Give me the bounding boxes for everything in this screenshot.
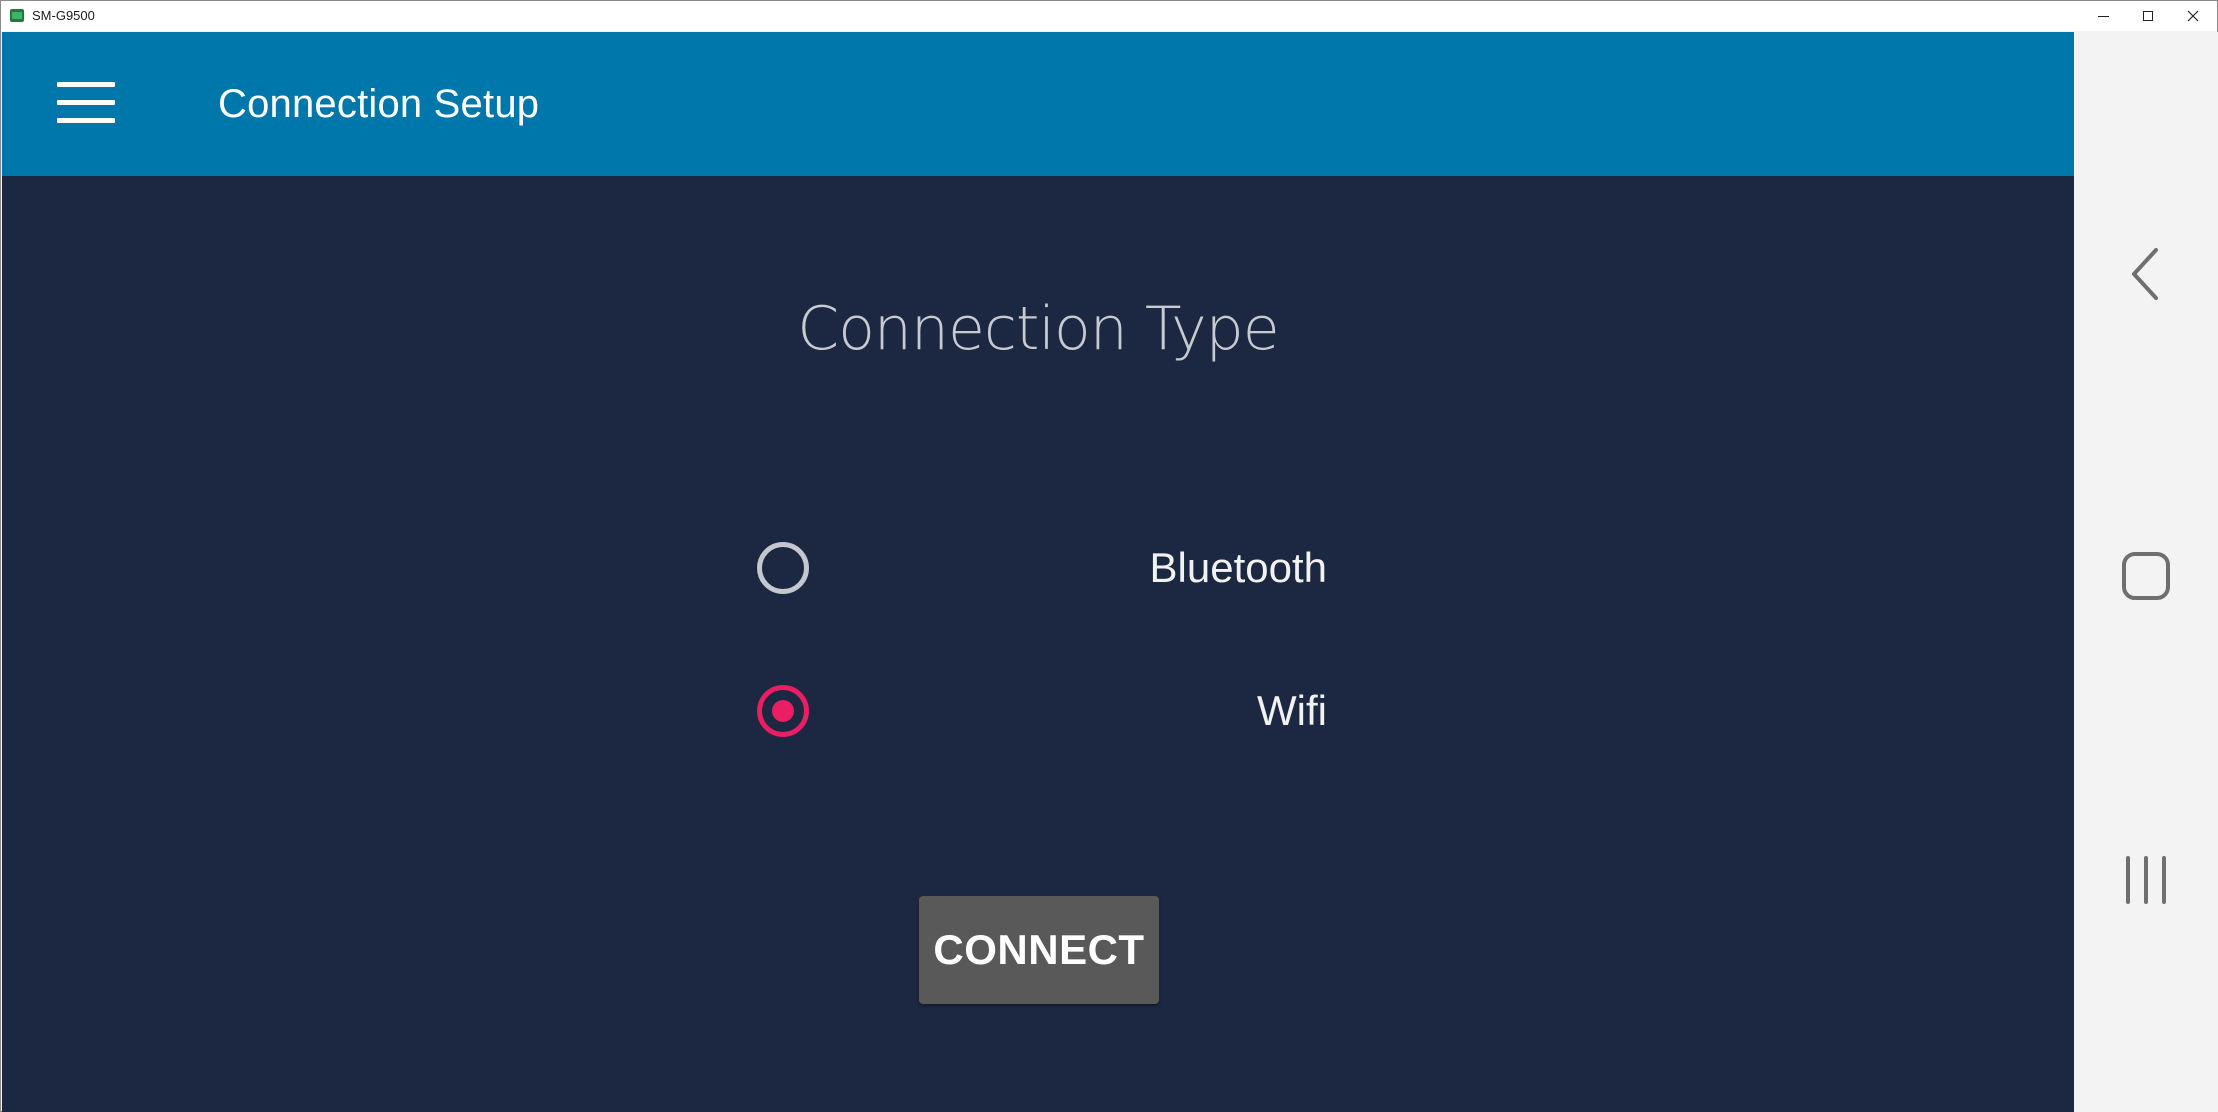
radio-label-bluetooth: Bluetooth bbox=[1149, 544, 1327, 591]
minimize-button[interactable] bbox=[2081, 1, 2125, 31]
home-button[interactable] bbox=[2111, 541, 2181, 611]
radio-checked-icon[interactable] bbox=[757, 685, 809, 737]
radio-dot bbox=[772, 700, 794, 722]
close-icon bbox=[2187, 10, 2199, 22]
maximize-icon bbox=[2143, 11, 2153, 21]
radio-option-wifi[interactable]: Wifi bbox=[752, 680, 1327, 750]
radio-option-bluetooth[interactable]: Bluetooth bbox=[752, 537, 1327, 607]
maximize-button[interactable] bbox=[2126, 1, 2170, 31]
recent-apps-icon bbox=[2126, 856, 2166, 904]
app-icon bbox=[10, 9, 24, 22]
home-icon bbox=[2122, 552, 2170, 600]
radio-label-wifi: Wifi bbox=[1257, 687, 1327, 734]
recent-apps-button[interactable] bbox=[2111, 845, 2181, 915]
connection-type-heading: Connection Type bbox=[797, 294, 1279, 364]
hamburger-menu-icon[interactable] bbox=[57, 82, 115, 126]
title-bar: SM-G9500 bbox=[1, 1, 2217, 31]
connect-button[interactable]: CONNECT bbox=[919, 896, 1159, 1004]
back-icon bbox=[2132, 248, 2158, 300]
minimize-icon bbox=[2097, 15, 2109, 17]
page-title: Connection Setup bbox=[218, 82, 540, 126]
navigation-bar bbox=[2074, 32, 2218, 1112]
window-title: SM-G9500 bbox=[32, 8, 95, 23]
app-screen: Connection Setup Connection Type Bluetoo… bbox=[2, 32, 2074, 1112]
back-button[interactable] bbox=[2111, 239, 2181, 309]
app-bar: Connection Setup bbox=[2, 32, 2074, 176]
close-button[interactable] bbox=[2171, 1, 2215, 31]
emulator-window: SM-G9500 Connection Setup Connection Typ… bbox=[0, 0, 2218, 1112]
radio-unchecked-icon[interactable] bbox=[757, 542, 809, 594]
